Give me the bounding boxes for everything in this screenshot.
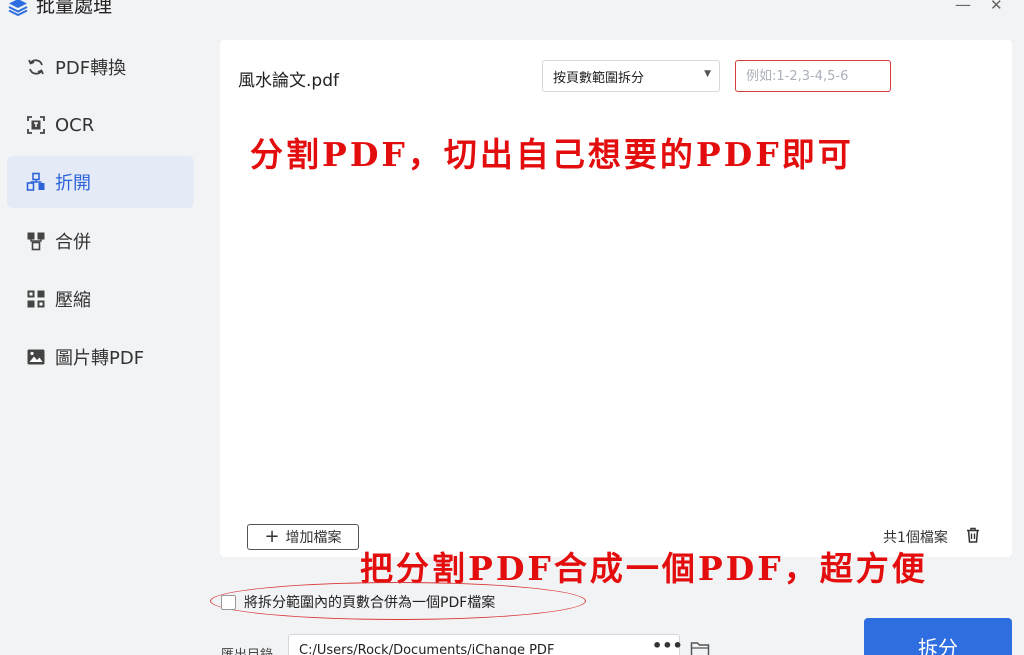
- split-mode-select[interactable]: 按頁數範圍拆分 ▼: [542, 60, 720, 92]
- folder-icon[interactable]: [690, 640, 710, 655]
- more-icon[interactable]: •••: [652, 636, 683, 655]
- sidebar-item-label: OCR: [55, 114, 95, 136]
- sidebar-item-label: 壓縮: [55, 290, 91, 311]
- page-range-input[interactable]: [735, 60, 891, 92]
- plus-icon: +: [264, 526, 280, 547]
- sidebar-item-merge[interactable]: 合併: [7, 215, 194, 267]
- sidebar-item-label: 折開: [55, 173, 91, 194]
- title-bar: 批量處理 — ✕: [0, 0, 1024, 22]
- window-title: 批量處理: [36, 0, 113, 17]
- output-dir-value: C:/Users/Rock/Documents/iChange PDF: [299, 643, 555, 655]
- add-file-button[interactable]: + 增加檔案: [247, 524, 359, 550]
- image-icon: [25, 346, 47, 368]
- file-list-panel: 風水論文.pdf 按頁數範圍拆分 ▼ + 增加檔案 共1個檔案: [220, 40, 1012, 557]
- merge-pages-option[interactable]: 將拆分範圍內的頁數合併為一個PDF檔案: [221, 592, 495, 612]
- merge-icon: [25, 230, 47, 252]
- compress-icon: [25, 288, 47, 310]
- chevron-down-icon: ▼: [704, 69, 711, 79]
- sidebar-item-split[interactable]: 折開: [7, 156, 194, 208]
- sidebar-item-pdf-convert[interactable]: PDF轉換: [7, 41, 194, 93]
- minimize-button[interactable]: —: [955, 0, 971, 15]
- split-icon: [25, 171, 47, 193]
- split-button[interactable]: 拆分: [864, 618, 1012, 655]
- file-name: 風水論文.pdf: [238, 71, 339, 91]
- sidebar-item-label: PDF轉換: [55, 58, 127, 79]
- sidebar-item-ocr[interactable]: OCR: [7, 99, 194, 151]
- annotation-top: 分割PDF，切出自己想要的PDF即可: [250, 135, 854, 174]
- split-mode-value: 按頁數範圍拆分: [553, 70, 645, 86]
- sidebar-item-image-to-pdf[interactable]: 圖片轉PDF: [7, 331, 194, 383]
- close-button[interactable]: ✕: [990, 0, 1003, 15]
- trash-icon[interactable]: [964, 526, 982, 544]
- output-dir-label: 匯出目錄: [221, 644, 273, 655]
- add-file-label: 增加檔案: [285, 530, 342, 546]
- merge-pages-checkbox[interactable]: [221, 594, 236, 610]
- sidebar-item-label: 圖片轉PDF: [55, 348, 145, 369]
- layers-icon: [7, 0, 29, 18]
- merge-pages-label: 將拆分範圍內的頁數合併為一個PDF檔案: [244, 595, 496, 611]
- output-dir-field[interactable]: C:/Users/Rock/Documents/iChange PDF: [288, 634, 680, 655]
- sidebar-item-compress[interactable]: 壓縮: [7, 273, 194, 325]
- refresh-icon: [25, 56, 47, 78]
- sidebar-item-label: 合併: [55, 232, 91, 253]
- ocr-scan-icon: [25, 114, 47, 136]
